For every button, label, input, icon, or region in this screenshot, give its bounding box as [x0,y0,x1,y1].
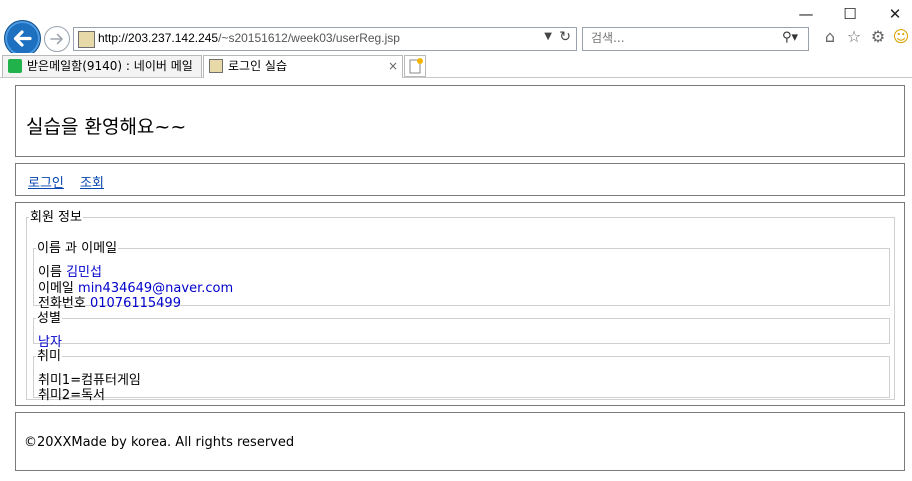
site-favicon-icon [78,31,95,48]
search-icon[interactable]: ⚲▾ [782,30,798,45]
close-icon[interactable]: ✕ [885,4,905,24]
mail-favicon-icon [8,59,22,73]
search-box[interactable]: ⚲▾ [582,27,809,51]
footer-copyright: ©20XXMade by korea. All rights reserved [24,435,295,450]
gender-value: 남자 [38,335,62,350]
smiley-feedback-icon[interactable]: ☺ [891,27,911,47]
home-icon[interactable]: ⌂ [820,27,840,47]
search-input[interactable] [591,31,761,45]
url-path: /~s20151612/week03/userReg.jsp [218,31,400,45]
refresh-icon[interactable]: ↻ [559,29,571,45]
member-info-legend: 회원 정보 [30,210,82,225]
forward-arrow-icon [50,33,63,45]
gender-row: 남자 [38,335,62,350]
gender-fieldset: 성별 남자 [33,311,890,350]
phone-row: 전화번호 01076115499 [38,296,181,311]
back-arrow-icon [13,30,32,47]
email-row: 이메일 min434649@naver.com [38,281,233,296]
login-link[interactable]: 로그인 [28,172,64,191]
page-favicon-icon [209,59,223,73]
name-row: 이름 김민섭 [38,265,102,280]
hobby-legend: 취미 [37,349,61,364]
browser-chrome: — ☐ ✕ http://203.237.142.245/~s20151612/… [0,0,912,79]
email-label: 이메일 [38,281,74,296]
address-bar[interactable]: http://203.237.142.245/~s20151612/week03… [73,27,577,51]
email-value: min434649@naver.com [78,281,234,296]
close-tab-icon[interactable]: × [388,56,398,76]
name-label: 이름 [38,265,62,280]
new-tab-button[interactable] [404,55,426,77]
tab-strip: 받은메일함(9140) : 네이버 메일 로그인 실습 × [0,53,912,78]
new-tab-icon [409,58,423,74]
hobby-item: 취미2=독서 [38,388,106,403]
lookup-link[interactable]: 조회 [80,172,104,191]
back-button[interactable] [4,20,41,57]
content-section: 회원 정보 이름 과 이메일 이름 김민섭 이메일 min434649@nave… [15,202,905,406]
url-text[interactable]: http://203.237.142.245/~s20151612/week03… [98,31,400,45]
header-section: 실습을 환영해요~~ [15,85,905,157]
tab-naver-mail[interactable]: 받은메일함(9140) : 네이버 메일 [2,55,202,77]
gender-legend: 성별 [37,311,61,326]
chevron-down-icon[interactable]: ▼ [544,31,552,42]
hobby-fieldset: 취미 취미1=컴퓨터게임 취미2=독서 [33,349,890,403]
hobby-item: 취미1=컴퓨터게임 [38,373,141,388]
nav-section: 로그인 조회 [15,163,905,196]
member-info-fieldset: 회원 정보 이름 과 이메일 이름 김민섭 이메일 min434649@nave… [26,210,895,403]
name-email-legend: 이름 과 이메일 [37,241,118,256]
phone-value: 01076115499 [89,296,181,311]
footer-section: ©20XXMade by korea. All rights reserved [15,412,905,471]
forward-button[interactable] [44,26,70,52]
tab-label: 로그인 실습 [228,59,288,73]
minimize-icon[interactable]: — [796,4,816,24]
phone-label: 전화번호 [38,296,86,311]
tab-label: 받은메일함(9140) : 네이버 메일 [27,59,193,73]
name-value: 김민섭 [66,265,102,280]
favorites-star-icon[interactable]: ☆ [844,27,864,47]
page-title: 실습을 환영해요~~ [26,116,187,138]
maximize-icon[interactable]: ☐ [840,4,860,24]
name-email-fieldset: 이름 과 이메일 이름 김민섭 이메일 min434649@naver.com … [33,241,890,311]
url-domain: http://203.237.142.245 [98,31,219,45]
settings-gear-icon[interactable]: ⚙ [868,27,888,47]
tab-login-practice[interactable]: 로그인 실습 × [203,55,403,78]
